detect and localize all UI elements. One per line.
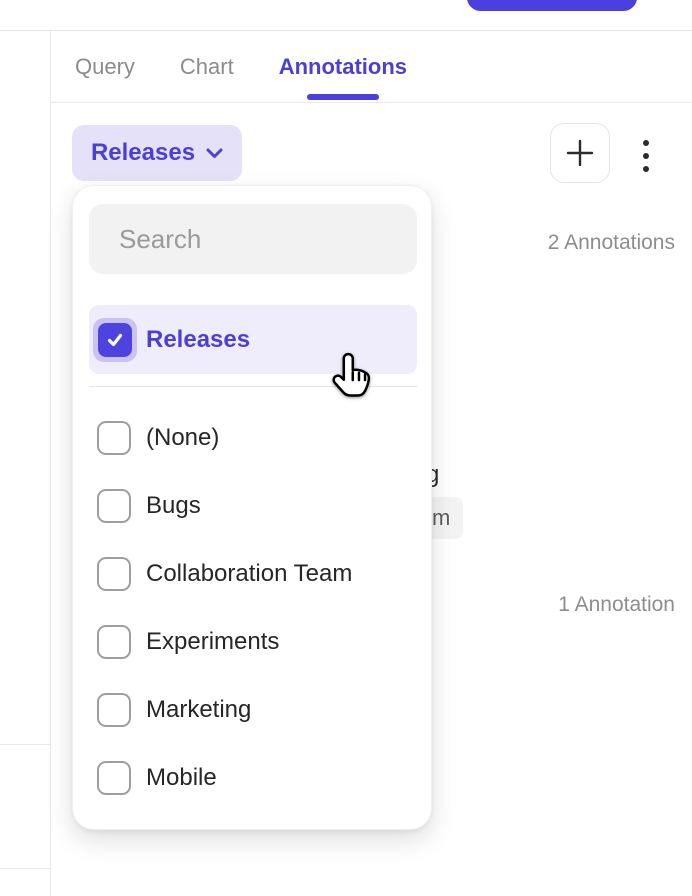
option-label: Experiments (146, 628, 279, 656)
annotation-count-top: 2 Annotations (548, 231, 675, 255)
tab-query[interactable]: Query (75, 31, 135, 102)
tab-bar: Query Chart Annotations (51, 31, 692, 103)
releases-dropdown-panel: Releases (None) Bugs Collaboration Team … (72, 185, 432, 830)
check-icon (105, 330, 125, 350)
checkbox-unchecked[interactable] (97, 489, 131, 523)
sidebar-vertical-divider (50, 31, 51, 896)
sidebar-row-divider (0, 744, 50, 745)
option-label: (None) (146, 424, 219, 452)
option-bugs[interactable]: Bugs (89, 472, 417, 540)
option-mobile[interactable]: Mobile (89, 744, 417, 812)
checkbox-unchecked[interactable] (97, 693, 131, 727)
tab-annotations[interactable]: Annotations (279, 31, 407, 102)
option-label: Releases (146, 326, 250, 354)
option-collaboration-team[interactable]: Collaboration Team (89, 540, 417, 608)
options-list: (None) Bugs Collaboration Team Experimen… (89, 404, 417, 812)
checkbox-focus-halo (93, 318, 137, 362)
tab-chart[interactable]: Chart (180, 31, 234, 102)
option-label: Marketing (146, 696, 251, 724)
search-input[interactable] (119, 224, 454, 255)
checkbox-unchecked[interactable] (97, 625, 131, 659)
dropdown-search (89, 204, 417, 274)
annotation-count-bottom: 1 Annotation (558, 593, 675, 617)
option-label: Bugs (146, 492, 201, 520)
checkbox-checked[interactable] (98, 323, 132, 357)
checkbox-unchecked[interactable] (97, 557, 131, 591)
plus-icon (565, 138, 595, 168)
primary-action-button-partial[interactable] (467, 0, 637, 11)
releases-filter-button[interactable]: Releases (72, 125, 242, 181)
kebab-menu-icon (643, 140, 649, 146)
more-options-button[interactable] (639, 140, 653, 172)
releases-filter-label: Releases (91, 139, 195, 167)
pointing-hand-cursor (331, 351, 377, 403)
checkbox-unchecked[interactable] (97, 761, 131, 795)
checkbox-unchecked[interactable] (97, 421, 131, 455)
option-label: Collaboration Team (146, 560, 352, 588)
add-annotation-button[interactable] (550, 123, 610, 183)
option-experiments[interactable]: Experiments (89, 608, 417, 676)
sidebar-row-divider (0, 868, 50, 869)
option-none[interactable]: (None) (89, 404, 417, 472)
option-label: Mobile (146, 764, 217, 792)
chevron-down-icon (206, 148, 223, 159)
option-marketing[interactable]: Marketing (89, 676, 417, 744)
occluded-tag-chip: m (432, 497, 463, 539)
